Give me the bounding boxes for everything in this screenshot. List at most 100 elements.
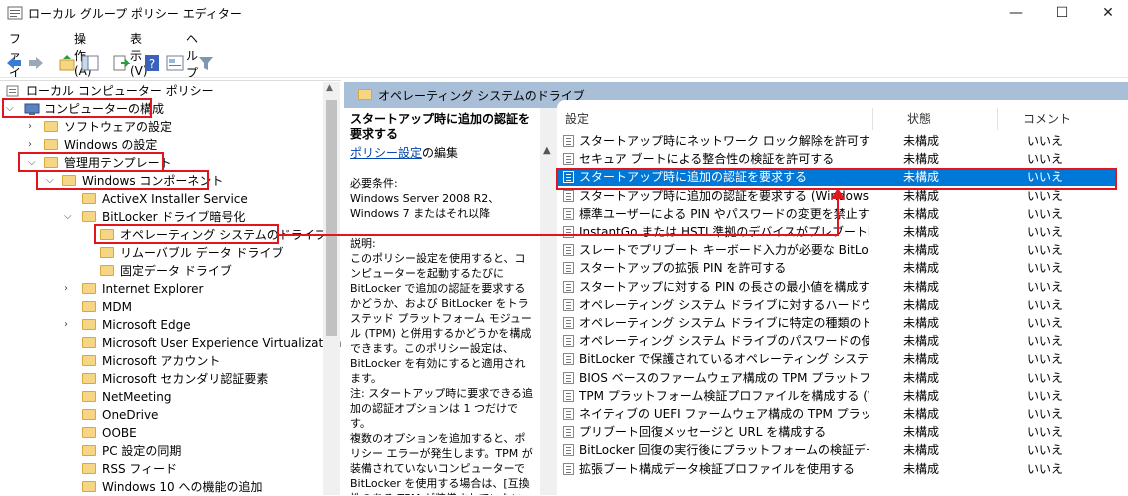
policy-setting-icon — [563, 153, 574, 166]
description-pane: スタートアップ時に追加の認証を要求する ポリシー設定の編集 必要条件: Wind… — [344, 108, 540, 495]
setting-name: BitLocker 回復の実行後にプラットフォームの検証データをリ... — [579, 443, 869, 458]
setting-row[interactable]: BitLocker で保護されているオペレーティング システム ドライブ... 未… — [557, 350, 1117, 368]
setting-comment: いいえ — [1027, 261, 1064, 276]
setting-state: 未構成 — [903, 388, 940, 403]
chevron-right-icon[interactable]: › — [28, 118, 32, 136]
setting-comment: いいえ — [1027, 297, 1064, 312]
setting-state: 未構成 — [903, 461, 940, 476]
setting-state: 未構成 — [903, 370, 940, 385]
close-button[interactable]: ✕ — [1085, 0, 1128, 26]
folder-icon — [82, 355, 96, 366]
column-divider — [872, 108, 873, 130]
policy-setting-icon — [563, 408, 574, 420]
setting-comment: いいえ — [1027, 225, 1064, 239]
tree-scrollbar-thumb[interactable] — [326, 100, 337, 336]
setting-state: 未構成 — [903, 261, 940, 276]
title-bar: ローカル グループ ポリシー エディター — ☐ ✕ — [0, 0, 1128, 26]
setting-row[interactable]: スタートアップ時にネットワーク ロック解除を許可する 未構成 いいえ — [557, 132, 1117, 150]
close-icon: ✕ — [1102, 5, 1114, 21]
column-divider — [997, 108, 998, 130]
column-header-comment[interactable]: コメント — [1023, 110, 1071, 127]
chevron-right-icon[interactable]: › — [64, 316, 68, 334]
policy-setting-icon — [563, 353, 574, 366]
policy-setting-icon — [563, 226, 574, 238]
up-folder-icon[interactable] — [58, 54, 76, 72]
export-list-icon[interactable] — [112, 54, 130, 72]
minimize-button[interactable]: — — [993, 0, 1039, 26]
folder-icon — [82, 445, 96, 456]
policy-setting-icon — [563, 335, 574, 348]
column-header-setting[interactable]: 設定 — [565, 110, 589, 127]
folder-icon — [82, 481, 96, 492]
right-pane-title: オペレーティング システムのドライブ — [378, 89, 585, 103]
maximize-icon: ☐ — [1055, 5, 1069, 21]
column-header-state[interactable]: 状態 — [907, 110, 931, 127]
setting-comment: いいえ — [1027, 461, 1064, 476]
setting-name: ネイティブの UEFI ファームウェア構成の TPM プラットフォーム... — [579, 407, 869, 421]
setting-state: 未構成 — [903, 443, 940, 458]
edit-policy-link[interactable]: ポリシー設定 — [350, 146, 422, 160]
folder-icon — [82, 301, 96, 312]
multi-option-text: 複数のオプションを追加すると、ポリシー エラーが発生します。TPM が装備されて… — [350, 432, 533, 495]
setting-row[interactable]: プリブート回復メッセージと URL を構成する 未構成 いいえ — [557, 423, 1117, 441]
chevron-right-icon[interactable]: › — [64, 280, 68, 298]
description-scrollbar[interactable] — [540, 108, 557, 495]
setting-row[interactable]: オペレーティング システム ドライブに特定の種類のドライブ暗... 未構成 いいえ — [557, 314, 1117, 332]
setting-row[interactable]: オペレーティング システム ドライブのパスワードの使用を構成する 未構成 いいえ — [557, 332, 1117, 350]
chevron-down-icon[interactable]: ⌵ — [64, 208, 72, 226]
highlight-selected-row — [556, 168, 1117, 190]
setting-row[interactable]: TPM プラットフォーム検証プロファイルを構成する (Windows ... 未構… — [557, 387, 1117, 405]
properties-icon[interactable] — [166, 54, 184, 72]
setting-row[interactable]: 標準ユーザーによる PIN やパスワードの変更を禁止する 未構成 いいえ — [557, 205, 1117, 223]
setting-comment: いいえ — [1027, 243, 1064, 258]
requirements-label: 必要条件: — [350, 177, 398, 190]
setting-name: プリブート回復メッセージと URL を構成する — [579, 425, 827, 440]
setting-comment: いいえ — [1027, 152, 1064, 167]
setting-row[interactable]: セキュア ブートによる整合性の検証を許可する 未構成 いいえ — [557, 150, 1117, 168]
setting-row[interactable]: オペレーティング システム ドライブに対するハードウェア ベースの... 未構成 い… — [557, 296, 1117, 314]
maximize-button[interactable]: ☐ — [1039, 0, 1085, 26]
setting-name: オペレーティング システム ドライブのパスワードの使用を構成する — [579, 334, 869, 349]
window-title: ローカル グループ ポリシー エディター — [28, 7, 242, 21]
folder-icon — [44, 121, 58, 132]
setting-comment: いいえ — [1027, 407, 1064, 421]
setting-name: BIOS ベースのファームウェア構成の TPM プラットフォーム検証... — [579, 370, 869, 385]
description-title: スタートアップ時に追加の認証を要求する — [350, 112, 531, 141]
filter-icon[interactable] — [197, 54, 215, 72]
setting-row[interactable]: InstantGo または HSTI 準拠のデバイスがプレブート暗証番... 未構… — [557, 223, 1117, 241]
setting-state: 未構成 — [903, 407, 940, 421]
policy-setting-icon — [563, 189, 574, 202]
policy-setting-icon — [563, 262, 574, 275]
help-icon[interactable]: ? — [143, 54, 161, 72]
folder-icon — [82, 463, 96, 474]
folder-icon — [100, 265, 114, 276]
setting-row[interactable]: スレートでプリブート キーボード入力が必要な BitLocker 認証... 未構… — [557, 241, 1117, 259]
setting-name: スタートアップ時にネットワーク ロック解除を許可する — [579, 134, 869, 148]
setting-comment: いいえ — [1027, 279, 1064, 294]
setting-row[interactable]: 拡張ブート構成データ検証プロファイルを使用する 未構成 いいえ — [557, 460, 1117, 478]
setting-state: 未構成 — [903, 134, 940, 148]
folder-icon — [100, 247, 114, 258]
setting-state: 未構成 — [903, 206, 940, 221]
setting-comment: いいえ — [1027, 370, 1064, 385]
tree-pane: ローカル コンピューター ポリシー ⌵ コンピューターの構成 › ソフトウェアの… — [0, 80, 342, 496]
setting-row[interactable]: スタートアップの拡張 PIN を許可する 未構成 いいえ — [557, 259, 1117, 277]
setting-row[interactable]: ネイティブの UEFI ファームウェア構成の TPM プラットフォーム... 未構… — [557, 405, 1117, 423]
setting-state: 未構成 — [903, 279, 940, 294]
setting-name: InstantGo または HSTI 準拠のデバイスがプレブート暗証番... — [579, 225, 869, 239]
scroll-up-icon[interactable]: ▲ — [326, 83, 333, 93]
svg-text:?: ? — [149, 57, 155, 71]
setting-name: TPM プラットフォーム検証プロファイルを構成する (Windows ... — [579, 388, 869, 403]
forward-arrow-icon[interactable] — [27, 54, 45, 72]
description-scroll-up-icon[interactable]: ▲ — [543, 145, 551, 156]
setting-state: 未構成 — [903, 425, 940, 440]
show-hide-tree-icon[interactable] — [81, 54, 99, 72]
setting-row[interactable]: BIOS ベースのファームウェア構成の TPM プラットフォーム検証... 未構成… — [557, 369, 1117, 387]
setting-comment: いいえ — [1027, 425, 1064, 440]
back-arrow-icon[interactable] — [5, 54, 23, 72]
setting-row[interactable]: スタートアップに対する PIN の長さの最小値を構成する 未構成 いいえ — [557, 278, 1117, 296]
setting-row[interactable]: BitLocker 回復の実行後にプラットフォームの検証データをリ... 未構成 い… — [557, 441, 1117, 459]
policy-setting-icon — [563, 280, 574, 293]
setting-name: スタートアップの拡張 PIN を許可する — [579, 261, 787, 276]
setting-comment: いいえ — [1027, 352, 1064, 367]
